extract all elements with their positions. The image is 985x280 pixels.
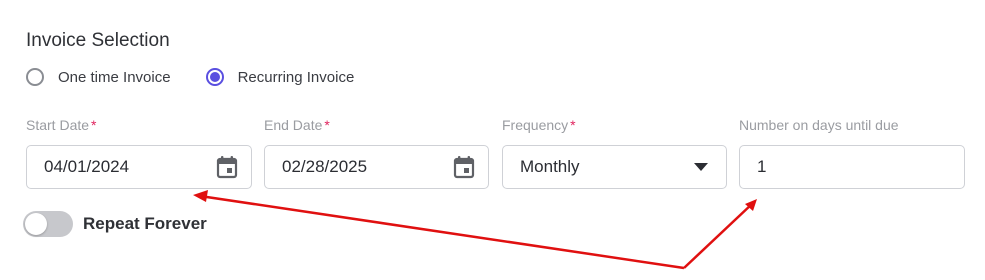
annotation-arrowhead-start-date (193, 190, 208, 202)
invoice-type-radio-group: One time Invoice Recurring Invoice (26, 68, 389, 86)
days-until-due-input[interactable]: 1 (739, 145, 965, 189)
start-date-value: 04/01/2024 (44, 157, 130, 176)
frequency-label: Frequency * (502, 116, 727, 134)
calendar-icon[interactable] (215, 155, 239, 179)
section-title: Invoice Selection (26, 30, 170, 51)
calendar-icon[interactable] (452, 155, 476, 179)
frequency-label-text: Frequency (502, 117, 569, 133)
end-date-label: End Date * (264, 116, 489, 134)
annotation-arrowhead-days-due (745, 199, 757, 211)
caret-down-icon[interactable] (692, 158, 710, 176)
end-date-field: End Date * 02/28/2025 (264, 116, 489, 189)
radio-unchecked-icon[interactable] (26, 68, 44, 86)
radio-label-one-time: One time Invoice (58, 68, 171, 86)
start-date-label: Start Date * (26, 116, 252, 134)
frequency-field: Frequency * Monthly (502, 116, 727, 189)
toggle-thumb[interactable] (25, 213, 47, 235)
end-date-label-text: End Date (264, 117, 323, 133)
days-until-due-value: 1 (757, 157, 767, 176)
required-mark: * (324, 117, 330, 133)
start-date-field: Start Date * 04/01/2024 (26, 116, 252, 189)
end-date-input[interactable]: 02/28/2025 (264, 145, 489, 189)
frequency-value: Monthly (520, 157, 580, 176)
radio-dot (209, 72, 220, 82)
required-mark: * (91, 117, 97, 133)
required-mark: * (570, 117, 576, 133)
repeat-forever-row: Repeat Forever (23, 211, 207, 237)
radio-one-time-invoice[interactable]: One time Invoice (26, 68, 171, 86)
repeat-forever-toggle[interactable] (23, 211, 73, 237)
annotation-line-to-days-due (683, 202, 754, 269)
radio-label-recurring: Recurring Invoice (237, 68, 355, 86)
start-date-input[interactable]: 04/01/2024 (26, 145, 252, 189)
frequency-select[interactable]: Monthly (502, 145, 727, 189)
repeat-forever-label: Repeat Forever (83, 214, 207, 233)
start-date-label-text: Start Date (26, 117, 90, 133)
radio-checked-icon[interactable] (205, 68, 224, 86)
radio-recurring-invoice[interactable]: Recurring Invoice (205, 68, 355, 86)
annotation-line-to-start-date (199, 194, 685, 270)
days-until-due-label: Number on days until due (739, 117, 899, 133)
days-until-due-field: Number on days until due 1 (739, 116, 965, 189)
end-date-value: 02/28/2025 (282, 157, 368, 176)
